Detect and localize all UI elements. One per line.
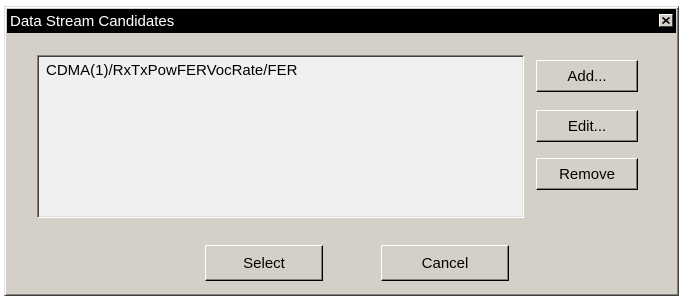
close-button[interactable] [659,14,673,27]
close-icon [662,17,670,24]
remove-button[interactable]: Remove [536,158,638,190]
data-stream-candidates-dialog: Data Stream Candidates CDMA(1)/RxTxPowFE… [4,6,679,296]
list-item[interactable]: CDMA(1)/RxTxPowFERVocRate/FER [46,62,297,79]
edit-button[interactable]: Edit... [536,110,638,142]
cancel-button[interactable]: Cancel [381,245,509,281]
select-button[interactable]: Select [205,245,323,281]
add-button[interactable]: Add... [536,60,638,92]
title-bar[interactable]: Data Stream Candidates [7,9,676,33]
window-title: Data Stream Candidates [10,12,175,30]
candidates-listbox[interactable]: CDMA(1)/RxTxPowFERVocRate/FER [37,55,524,218]
